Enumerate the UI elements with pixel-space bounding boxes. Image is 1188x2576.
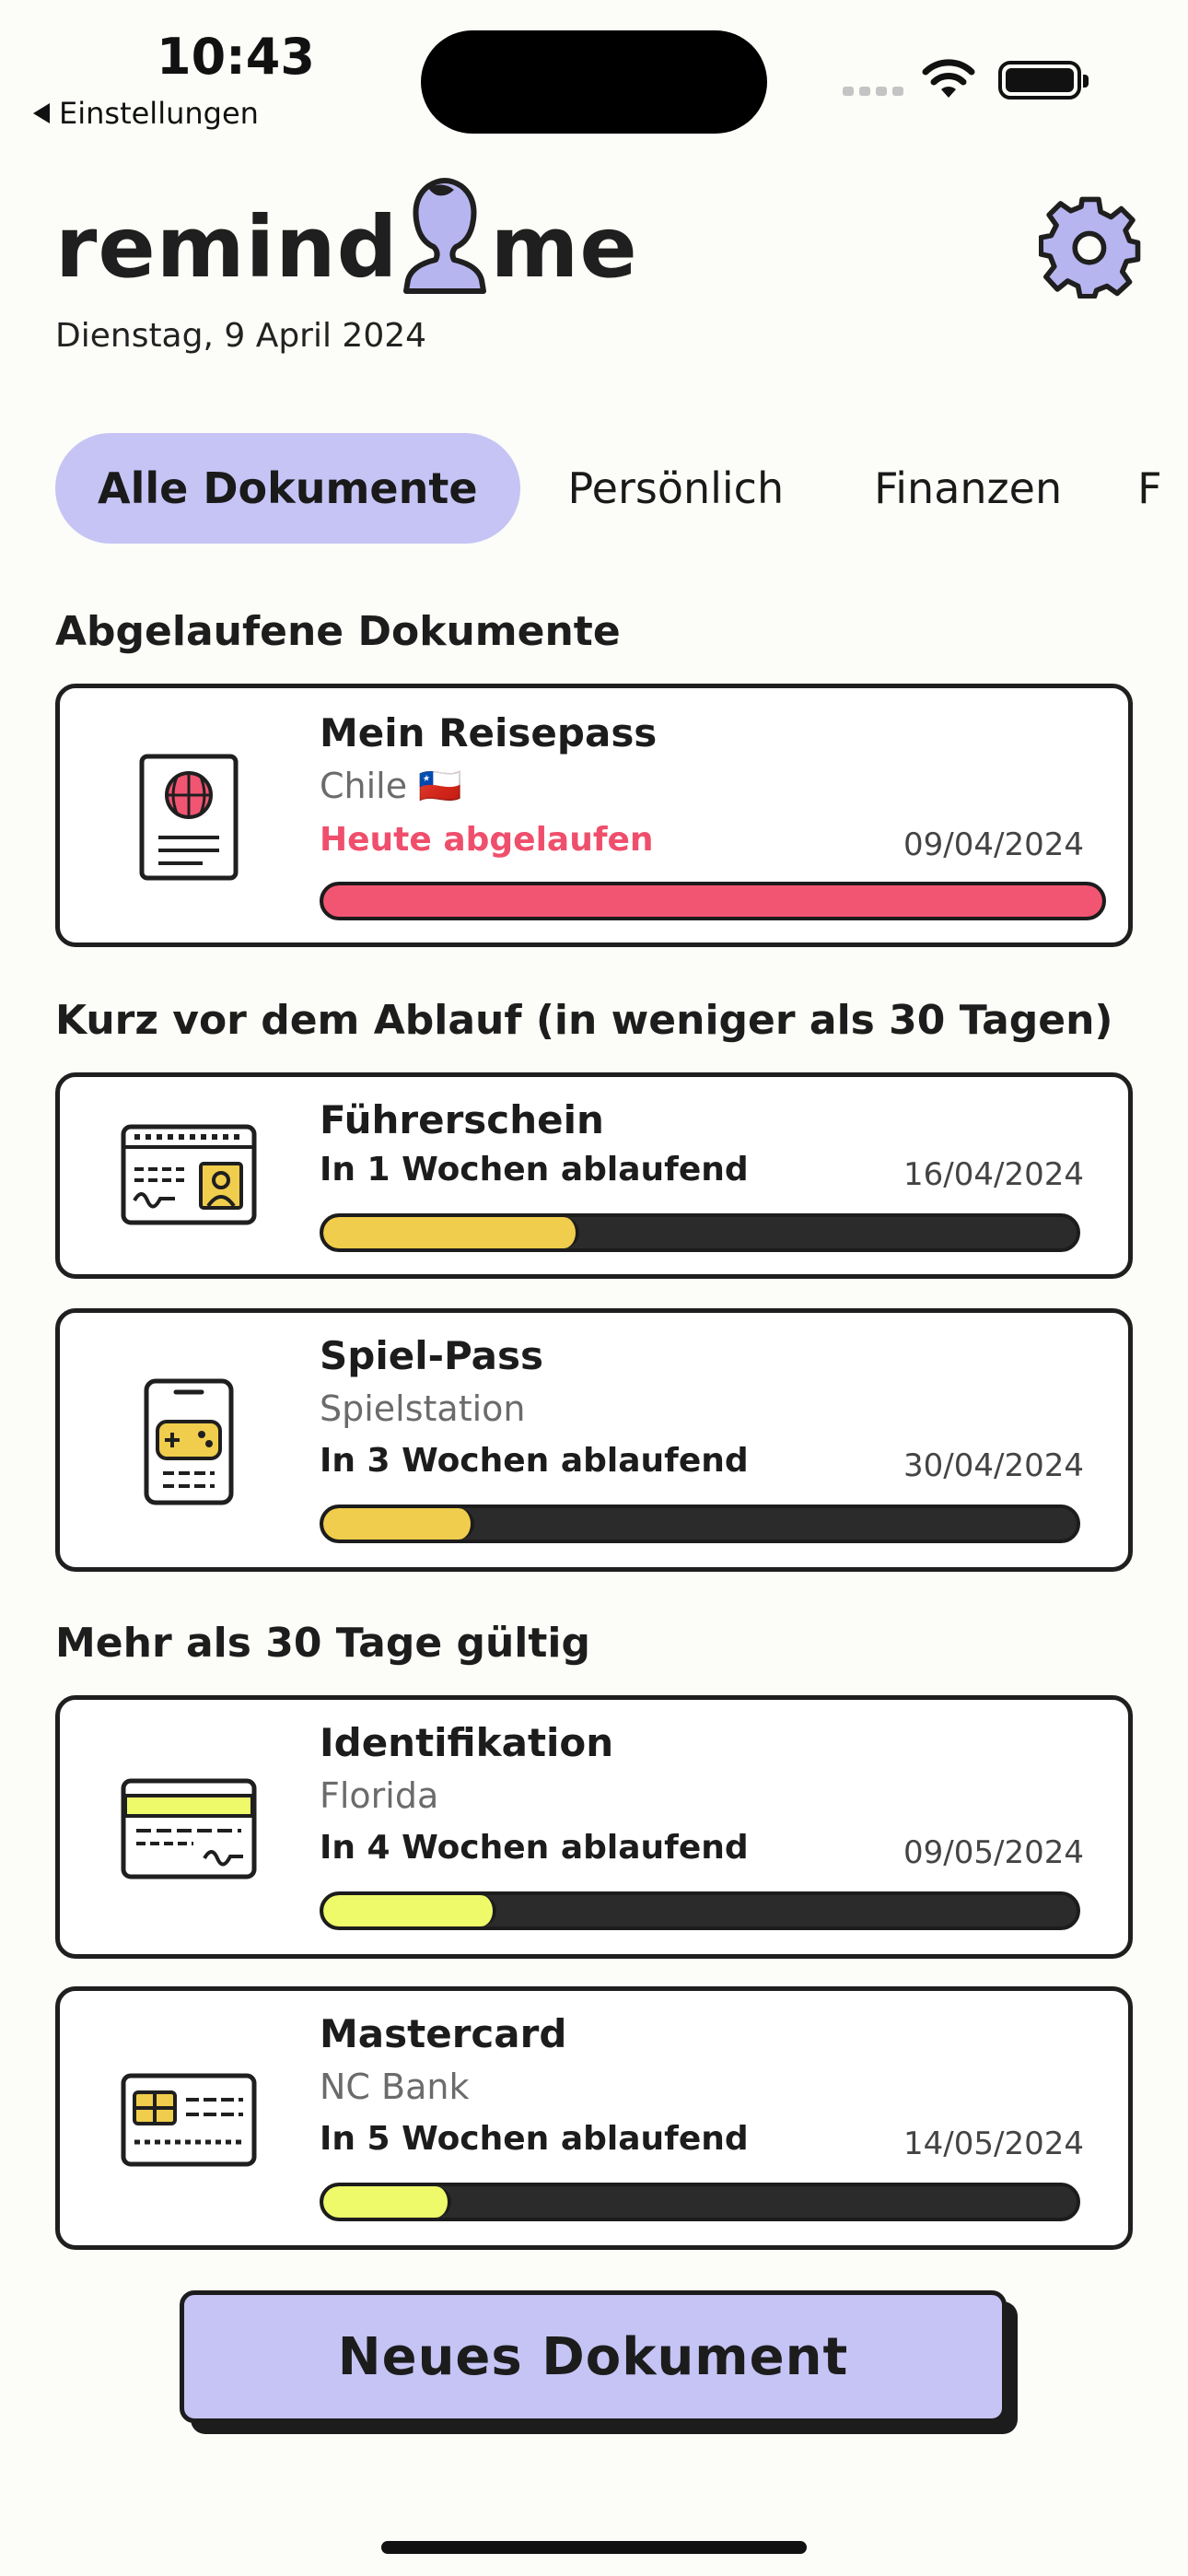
tab-all-documents[interactable]: Alle Dokumente: [55, 433, 520, 544]
document-subtitle: NC Bank: [320, 2067, 470, 2107]
document-card-identification[interactable]: Identifikation Florida In 4 Wochen ablau…: [55, 1695, 1133, 1959]
passport-icon: [115, 744, 262, 891]
tab-personal[interactable]: Persönlich: [526, 433, 827, 544]
document-subtitle: Chile 🇨🇱: [320, 766, 462, 806]
back-to-settings-link[interactable]: Einstellungen: [33, 96, 259, 131]
logo-text-left: remind: [55, 198, 399, 297]
expiry-progress-bar: [320, 1891, 1080, 1930]
document-status: Heute abgelaufen: [320, 821, 654, 859]
credit-card-chip-icon: [115, 2046, 262, 2194]
category-tabs: Alle Dokumente Persönlich Finanzen F: [55, 433, 1162, 544]
expiry-progress-bar: [320, 1505, 1080, 1543]
wifi-icon: [922, 59, 975, 98]
progress-fill: [323, 2186, 452, 2218]
document-title: Mein Reisepass: [320, 710, 658, 755]
expiry-progress-bar: [320, 1213, 1080, 1252]
document-expiry-date: 30/04/2024: [903, 1447, 1084, 1484]
section-title-expired: Abgelaufene Dokumente: [55, 608, 621, 655]
document-title: Identifikation: [320, 1720, 614, 1765]
progress-fill: [323, 1895, 497, 1926]
document-expiry-date: 09/04/2024: [903, 826, 1084, 863]
document-expiry-date: 14/05/2024: [903, 2125, 1084, 2162]
home-indicator[interactable]: [381, 2541, 807, 2554]
document-expiry-date: 16/04/2024: [903, 1156, 1084, 1193]
document-subtitle: Spielstation: [320, 1388, 526, 1429]
document-expiry-date: 09/05/2024: [903, 1834, 1084, 1871]
id-card-icon: [115, 1755, 262, 1903]
document-status: In 5 Wochen ablaufend: [320, 2120, 749, 2158]
logo-text-right: me: [490, 198, 638, 297]
document-status: In 3 Wochen ablaufend: [320, 1442, 749, 1480]
document-status: In 1 Wochen ablaufend: [320, 1151, 749, 1188]
document-title: Mastercard: [320, 2011, 567, 2056]
battery-icon: [998, 61, 1089, 100]
cellular-signal-icon: [843, 87, 903, 96]
game-controller-icon: [115, 1368, 262, 1516]
new-document-button[interactable]: Neues Dokument: [180, 2290, 1007, 2423]
progress-fill: [323, 1217, 580, 1248]
progress-fill: [323, 885, 1102, 917]
tab-partial-next[interactable]: F: [1137, 463, 1161, 513]
document-card-drivers-license[interactable]: Führerschein In 1 Wochen ablaufend 16/04…: [55, 1072, 1133, 1279]
document-title: Spiel-Pass: [320, 1333, 544, 1378]
dynamic-island: [421, 30, 767, 134]
expiry-progress-bar: [320, 882, 1106, 920]
drivers-license-icon: [115, 1101, 262, 1248]
expiry-progress-bar: [320, 2183, 1080, 2221]
person-mascot-icon: [402, 178, 486, 294]
app-logo: remind me: [55, 177, 638, 297]
status-time: 10:43: [157, 28, 315, 86]
progress-fill: [323, 1508, 474, 1540]
document-card-mastercard[interactable]: Mastercard NC Bank In 5 Wochen ablaufend…: [55, 1986, 1133, 2250]
document-card-game-pass[interactable]: Spiel-Pass Spielstation In 3 Wochen abla…: [55, 1308, 1133, 1572]
section-title-valid: Mehr als 30 Tage gültig: [55, 1620, 591, 1667]
settings-gear-icon[interactable]: [1039, 195, 1142, 299]
back-triangle-icon: [33, 103, 50, 123]
document-card-passport[interactable]: Mein Reisepass Chile 🇨🇱 Heute abgelaufen…: [55, 684, 1133, 947]
document-subtitle: Florida: [320, 1775, 439, 1816]
tab-finances[interactable]: Finanzen: [832, 433, 1104, 544]
document-status: In 4 Wochen ablaufend: [320, 1829, 749, 1867]
current-date: Dienstag, 9 April 2024: [55, 317, 427, 355]
document-title: Führerschein: [320, 1097, 604, 1142]
back-link-label: Einstellungen: [59, 96, 259, 131]
section-title-expiring-soon: Kurz vor dem Ablauf (in weniger als 30 T…: [55, 997, 1113, 1044]
